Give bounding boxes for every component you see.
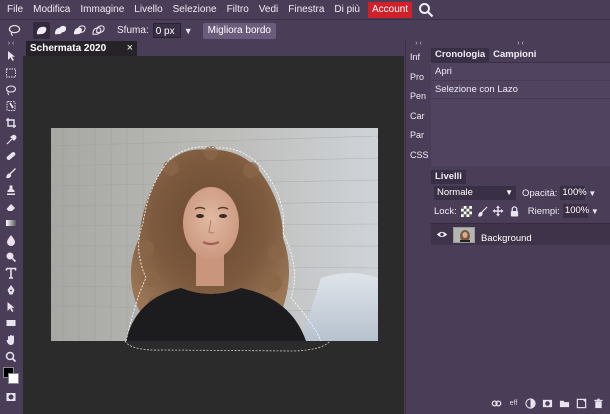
history-item[interactable]: Apri bbox=[431, 63, 610, 81]
new-layer-icon[interactable] bbox=[576, 398, 587, 409]
chevron-down-icon: ▼ bbox=[505, 188, 513, 197]
feather-input[interactable]: 0 px bbox=[152, 23, 181, 38]
gradient-tool-icon[interactable] bbox=[0, 215, 22, 232]
toolbar-collapse-icon[interactable]: › ‹ bbox=[0, 40, 22, 48]
color-swatches-icon[interactable] bbox=[0, 365, 22, 389]
account-button[interactable]: Account bbox=[367, 1, 413, 18]
fill-label: Riempi: bbox=[527, 205, 560, 217]
opacity-dropdown-icon[interactable]: ▼ bbox=[588, 189, 596, 198]
layer-name: Background bbox=[481, 233, 532, 244]
quick-mask-icon[interactable] bbox=[0, 389, 22, 406]
refine-edge-button[interactable]: Migliora bordo bbox=[202, 22, 276, 39]
fill-dropdown-icon[interactable]: ▼ bbox=[591, 207, 599, 216]
layers-tabs: Livelli bbox=[431, 170, 610, 184]
tools-panel: › ‹ bbox=[0, 40, 22, 414]
photopea-app: File Modifica Immagine Livello Selezione… bbox=[0, 0, 610, 414]
menu-bar: File Modifica Immagine Livello Selezione… bbox=[0, 0, 610, 19]
document-tab-bar: Schermata 2020 × bbox=[23, 40, 405, 56]
right-panel-collapse-icon[interactable]: › ‹ bbox=[431, 40, 610, 48]
layer-thumbnail bbox=[453, 226, 475, 243]
history-tabs: Cronologia Campioni bbox=[431, 48, 610, 62]
marquee-tool-icon[interactable] bbox=[0, 65, 22, 82]
lock-transparency-icon[interactable] bbox=[460, 205, 473, 218]
feather-dropdown-icon[interactable]: ▼ bbox=[184, 26, 193, 36]
layer-blend-row: Normale ▼ Opacità: 100% ▼ bbox=[431, 184, 610, 202]
history-item[interactable]: Selezione con Lazo bbox=[431, 81, 610, 99]
blend-mode-value: Normale bbox=[437, 187, 473, 198]
layer-lock-row: Lock: Riempi: 100% ▼ bbox=[431, 202, 610, 220]
rectangle-tool-icon[interactable] bbox=[0, 315, 22, 332]
move-tool-icon[interactable] bbox=[0, 48, 22, 65]
side-tab-css[interactable]: CSS bbox=[406, 146, 431, 166]
hand-tool-icon[interactable] bbox=[0, 332, 22, 349]
new-selection-icon[interactable] bbox=[33, 22, 50, 39]
link-layers-icon[interactable] bbox=[491, 398, 502, 409]
history-list: Apri Selezione con Lazo bbox=[431, 62, 610, 166]
path-selection-tool-icon[interactable] bbox=[0, 298, 22, 315]
layer-row[interactable]: Background bbox=[431, 223, 610, 245]
eyedropper-tool-icon[interactable] bbox=[0, 131, 22, 148]
menu-filtro[interactable]: Filtro bbox=[222, 0, 254, 19]
document-tab-title: Schermata 2020 bbox=[30, 43, 107, 54]
side-tab-paragraph[interactable]: Par bbox=[406, 126, 431, 146]
lock-label: Lock: bbox=[434, 205, 457, 217]
side-tab-properties[interactable]: Pro bbox=[406, 68, 431, 88]
close-tab-icon[interactable]: × bbox=[127, 41, 133, 56]
pen-tool-icon[interactable] bbox=[0, 282, 22, 299]
lock-all-icon[interactable] bbox=[508, 205, 521, 218]
effects-icon[interactable]: eff bbox=[508, 398, 519, 409]
side-tab-info[interactable]: Inf bbox=[406, 48, 431, 68]
blur-tool-icon[interactable] bbox=[0, 232, 22, 249]
menu-file[interactable]: File bbox=[2, 0, 28, 19]
mask-icon[interactable] bbox=[542, 398, 553, 409]
lasso-tool-icon[interactable] bbox=[6, 22, 23, 39]
right-panel: › ‹ Cronologia Campioni Apri Selezione c… bbox=[431, 40, 610, 414]
menu-modifica[interactable]: Modifica bbox=[28, 0, 75, 19]
fill-input[interactable]: 100% bbox=[562, 204, 589, 218]
menu-di-piu[interactable]: Di più bbox=[329, 0, 365, 19]
eraser-tool-icon[interactable] bbox=[0, 198, 22, 215]
healing-brush-tool-icon[interactable] bbox=[0, 148, 22, 165]
type-tool-icon[interactable] bbox=[0, 265, 22, 282]
brush-tool-icon[interactable] bbox=[0, 165, 22, 182]
menu-immagine[interactable]: Immagine bbox=[75, 0, 129, 19]
side-strip-collapse-icon[interactable]: › ‹ bbox=[406, 40, 431, 48]
add-selection-icon[interactable] bbox=[52, 22, 69, 39]
crop-tool-icon[interactable] bbox=[0, 115, 22, 132]
lock-pixels-brush-icon[interactable] bbox=[476, 205, 489, 218]
menu-selezione[interactable]: Selezione bbox=[168, 0, 222, 19]
search-icon[interactable] bbox=[418, 2, 434, 18]
opacity-label: Opacità: bbox=[522, 187, 558, 199]
tab-history[interactable]: Cronologia bbox=[431, 48, 490, 62]
zoom-tool-icon[interactable] bbox=[0, 348, 22, 365]
side-tab-brushes[interactable]: Pen bbox=[406, 87, 431, 107]
adjustment-layer-icon[interactable] bbox=[525, 397, 536, 409]
menu-vedi[interactable]: Vedi bbox=[254, 0, 283, 19]
trash-icon[interactable] bbox=[593, 398, 604, 409]
quick-selection-tool-icon[interactable] bbox=[0, 98, 22, 115]
side-panel-strip: › ‹ Inf Pro Pen Car Par CSS bbox=[405, 40, 431, 414]
canvas-area[interactable] bbox=[23, 56, 404, 414]
lock-position-move-icon[interactable] bbox=[492, 205, 505, 218]
blend-mode-select[interactable]: Normale ▼ bbox=[434, 186, 516, 200]
side-tab-character[interactable]: Car bbox=[406, 107, 431, 127]
tab-layers[interactable]: Livelli bbox=[431, 170, 466, 184]
intersect-selection-icon[interactable] bbox=[90, 22, 107, 39]
eye-icon[interactable] bbox=[434, 230, 449, 239]
document-tab[interactable]: Schermata 2020 × bbox=[26, 41, 137, 56]
subtract-selection-icon[interactable] bbox=[71, 22, 88, 39]
opacity-input[interactable]: 100% bbox=[560, 186, 587, 200]
feather-label: Sfuma: bbox=[117, 25, 149, 36]
menu-finestra[interactable]: Finestra bbox=[283, 0, 329, 19]
lasso-tool-icon[interactable] bbox=[0, 81, 22, 98]
tab-swatches[interactable]: Campioni bbox=[489, 48, 540, 62]
folder-icon[interactable] bbox=[559, 398, 570, 409]
menu-livello[interactable]: Livello bbox=[129, 0, 167, 19]
layers-footer: eff bbox=[431, 392, 610, 414]
dodge-tool-icon[interactable] bbox=[0, 248, 22, 265]
options-bar: Sfuma: 0 px ▼ Migliora bordo bbox=[0, 19, 610, 42]
photo-canvas[interactable] bbox=[51, 128, 378, 341]
clone-stamp-tool-icon[interactable] bbox=[0, 182, 22, 199]
